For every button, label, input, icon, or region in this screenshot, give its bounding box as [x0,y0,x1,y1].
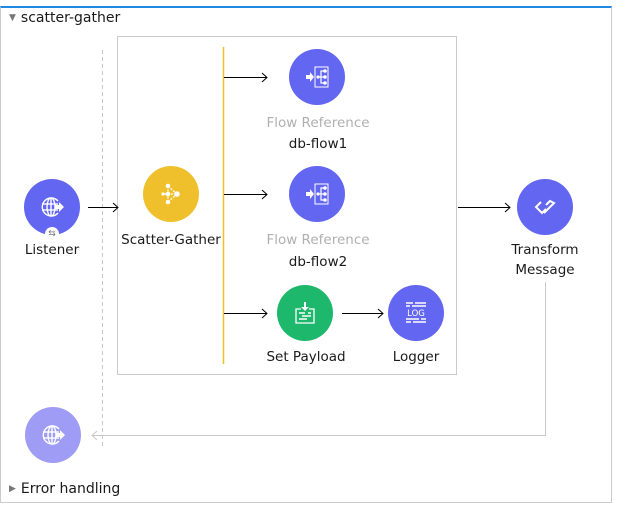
flow-reference-1-label: db-flow1 [288,136,348,152]
flow-reference-1-type: Flow Reference [266,115,370,131]
error-handling-header[interactable]: ▶ Error handling [9,481,120,497]
set-payload-label: Set Payload [266,349,346,365]
flow-reference-2-type: Flow Reference [266,232,370,248]
log-icon: LOG [406,302,426,323]
transform-message-label-2: Message [515,262,575,278]
set-payload-icon [295,302,315,324]
transform-message-node[interactable] [517,179,573,235]
transform-message-label-1: Transform [511,242,579,258]
flow-reference-2-label: db-flow2 [288,254,348,270]
listener-label: Listener [24,242,80,258]
arrow-payload-to-logger [342,308,384,319]
scatter-gather-label: Scatter-Gather [121,232,221,248]
scatter-gather-node[interactable] [143,166,199,222]
globe-arrow-icon [42,425,65,445]
flow-reference-1-node[interactable] [289,49,345,105]
dataweave-icon [534,199,556,215]
exchange-icon: ⇆ [45,227,59,241]
arrow-branch-3 [224,308,268,319]
flow-reference-icon [306,183,329,205]
expand-triangle-icon[interactable]: ▶ [9,484,16,494]
error-handling-label: Error handling [20,481,121,497]
svg-text:LOG: LOG [407,309,425,319]
listener-response-node[interactable] [25,407,81,463]
set-payload-node[interactable] [277,285,333,341]
arrow-branch-2 [224,189,268,200]
logger-label: Logger [392,349,440,365]
logger-node[interactable]: LOG [388,285,444,341]
globe-arrow-icon [41,197,64,217]
arrow-branch-1 [224,72,268,83]
arrow-scatter-to-transform [458,202,511,213]
flow-reference-icon [306,66,329,88]
flow-reference-2-node[interactable] [289,166,345,222]
scatter-icon [161,183,180,205]
